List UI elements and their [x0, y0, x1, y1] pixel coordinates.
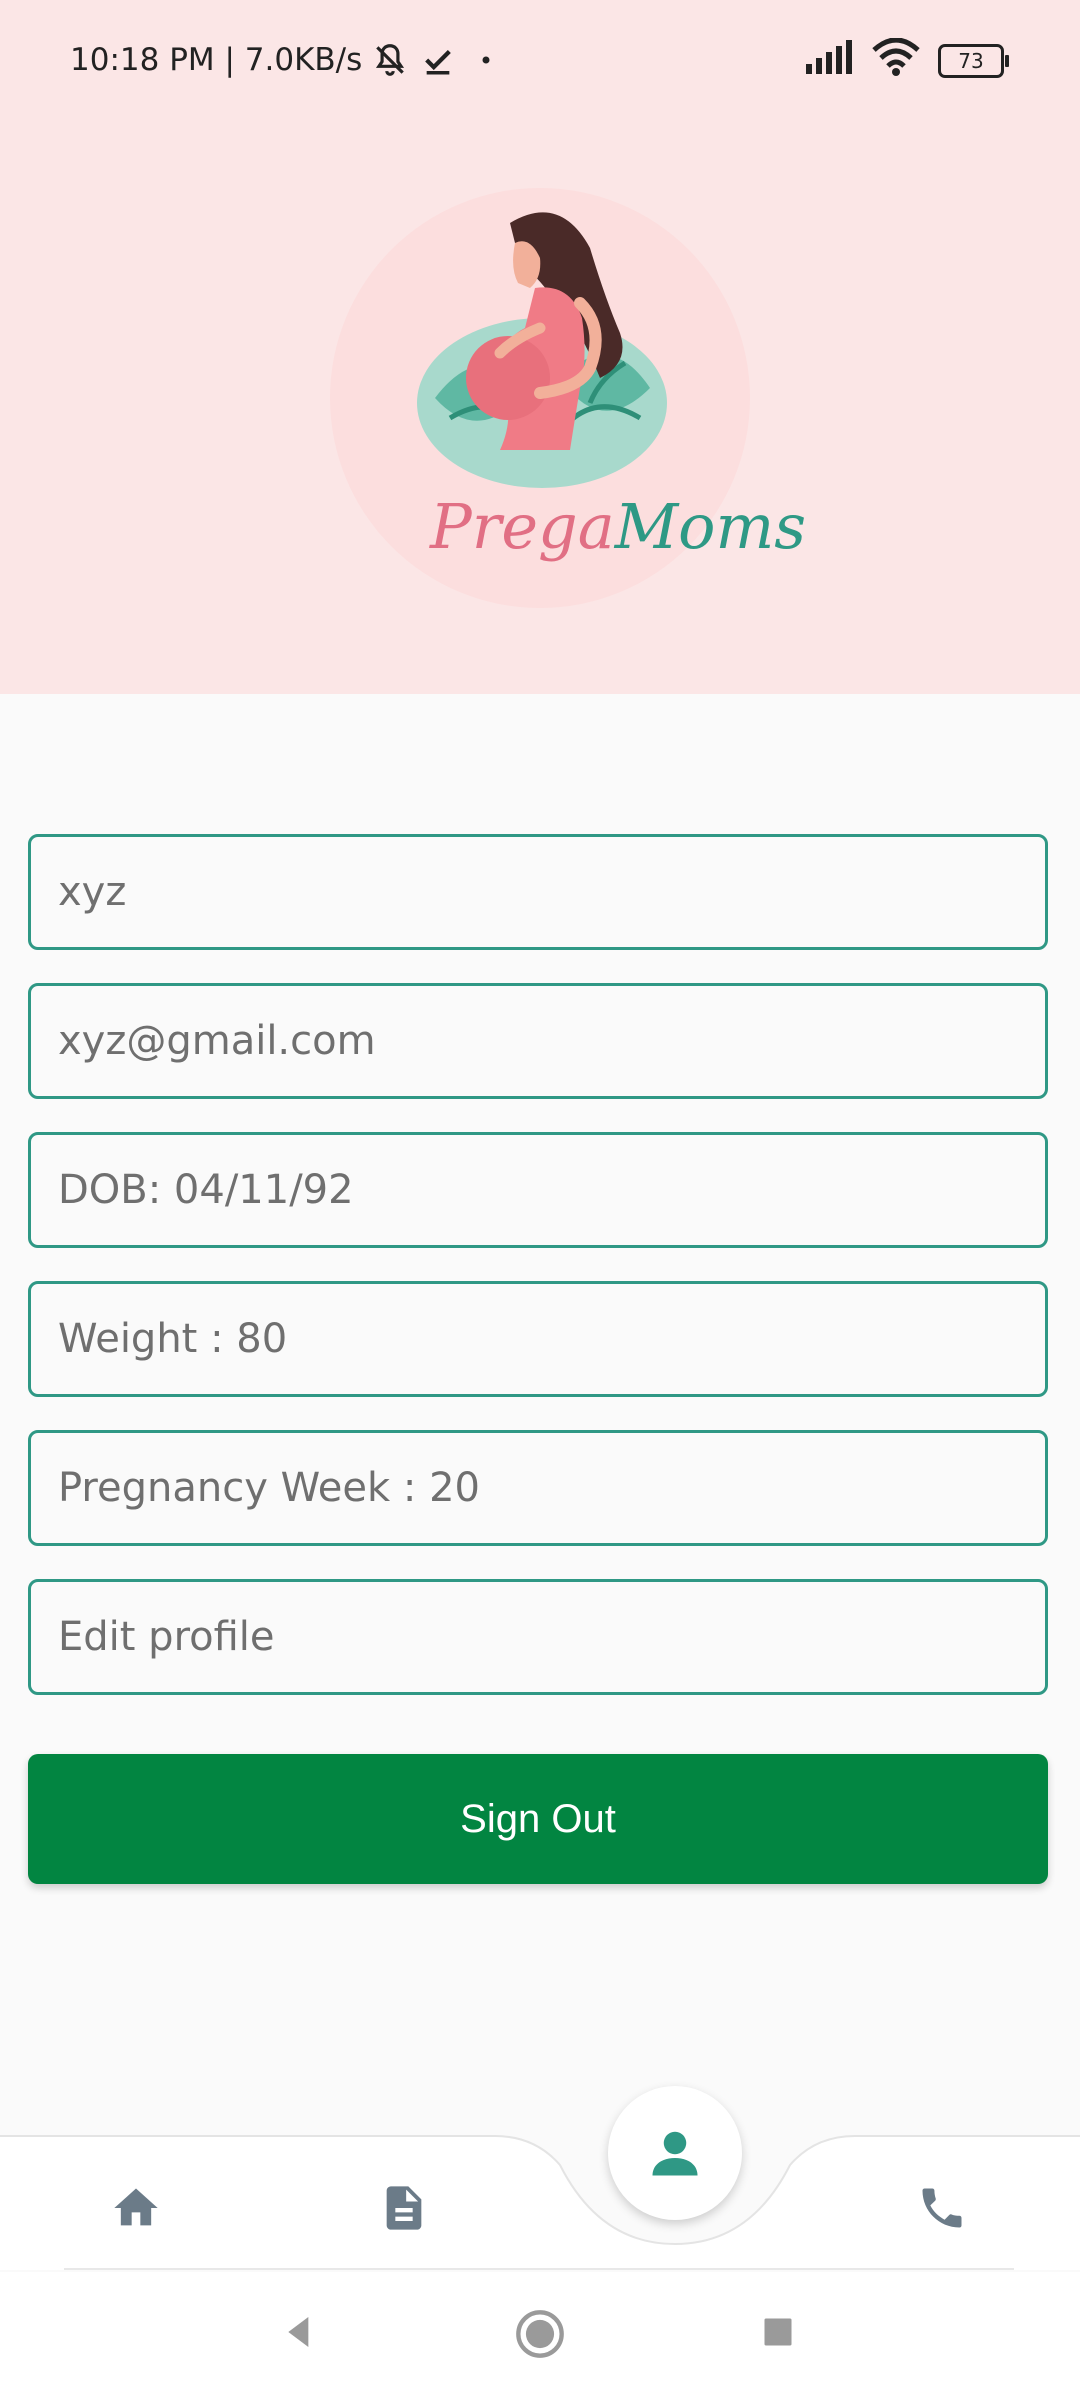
- home-icon[interactable]: [104, 2176, 168, 2240]
- dot-icon: [466, 40, 506, 80]
- header-banner: 10:18 PM | 7.0KB/s 73 PregaMoms: [0, 0, 1080, 694]
- wifi-icon: [872, 37, 920, 84]
- home-circle-icon[interactable]: [512, 2306, 568, 2362]
- name-field[interactable]: xyz: [28, 834, 1048, 950]
- system-navigation-bar: [0, 2272, 1080, 2400]
- dob-field[interactable]: DOB: 04/11/92: [28, 1132, 1048, 1248]
- edit-profile-field[interactable]: Edit profile: [28, 1579, 1048, 1695]
- mute-bell-icon: [370, 40, 410, 80]
- profile-icon: [652, 2131, 698, 2176]
- battery-icon: 73: [938, 44, 1009, 78]
- phone-icon[interactable]: [910, 2176, 974, 2240]
- weight-field[interactable]: Weight : 80: [28, 1281, 1048, 1397]
- check-icon: [418, 40, 458, 80]
- pregnancy-week-field[interactable]: Pregnancy Week : 20: [28, 1430, 1048, 1546]
- document-icon[interactable]: [372, 2176, 436, 2240]
- nav-bar-background: [0, 2135, 1080, 2270]
- nav-divider: [64, 2268, 1014, 2270]
- email-field[interactable]: xyz@gmail.com: [28, 983, 1048, 1099]
- signal-icon: [804, 40, 854, 82]
- recents-icon[interactable]: [756, 2310, 800, 2354]
- status-time: 10:18 PM | 7.0KB/s: [70, 42, 363, 78]
- profile-fab[interactable]: [608, 2086, 742, 2220]
- bottom-navigation: [0, 2080, 1080, 2270]
- sign-out-button[interactable]: Sign Out: [28, 1754, 1048, 1884]
- status-bar: 10:18 PM | 7.0KB/s 73: [0, 0, 1080, 120]
- back-icon[interactable]: [276, 2308, 324, 2356]
- brand-logo-text: PregaMoms: [430, 490, 807, 563]
